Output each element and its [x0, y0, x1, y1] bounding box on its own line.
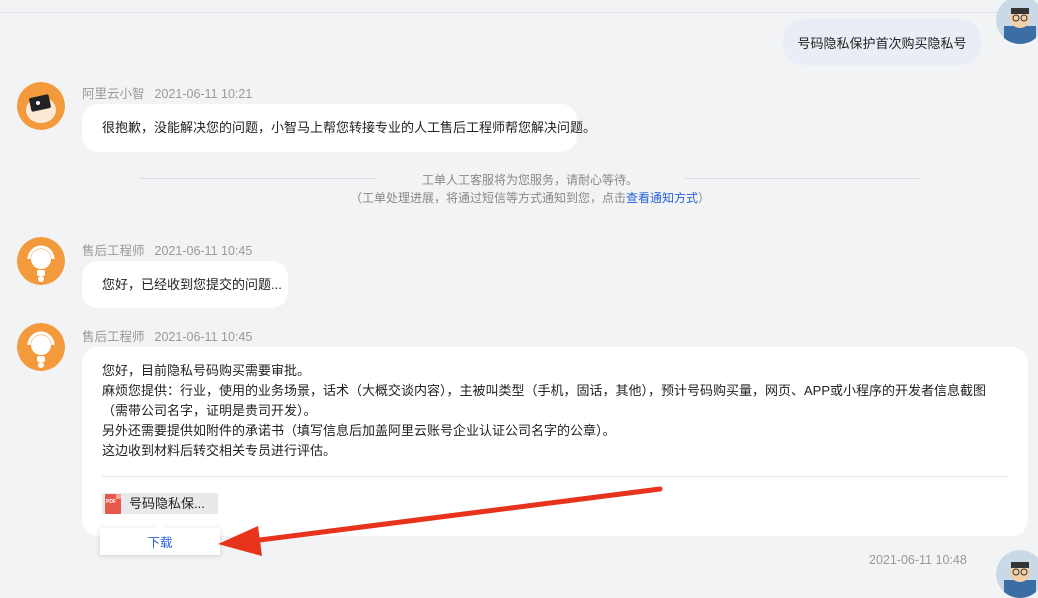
bot-avatar [17, 82, 65, 130]
message-text: 很抱歉，没能解决您的问题，小智马上帮您转接专业的人工售后工程师帮您解决问题。 [102, 120, 597, 135]
download-button[interactable]: 下载 [147, 532, 172, 551]
message-meta: 阿里云小智 2021-06-11 10:21 [82, 83, 252, 102]
notice-suffix: ） [698, 191, 711, 205]
notice-line2: （工单处理进展，将通过短信等方式通知到您，点击查看通知方式） [140, 189, 920, 207]
attachment-file[interactable]: PDF 号码隐私保... [102, 493, 218, 514]
message-text: 您好，已经收到您提交的问题... [102, 277, 282, 292]
message-line: 这边收到材料后转交相关专员进行评估。 [102, 443, 337, 458]
message-time: 2021-06-11 10:45 [154, 244, 253, 258]
notice-line1: 工单人工客服将为您服务，请耐心等待。 [421, 173, 638, 187]
engineer-avatar [17, 323, 65, 371]
message-meta: 售后工程师 2021-06-11 10:45 [82, 240, 252, 259]
download-popup[interactable]: 下载 [100, 522, 220, 555]
message-bubble: 很抱歉，没能解决您的问题，小智马上帮您转接专业的人工售后工程师帮您解决问题。 [82, 104, 596, 152]
message-time: 2021-06-11 10:21 [154, 87, 253, 101]
sender-name: 售后工程师 [82, 244, 145, 258]
message-line: 您好，目前隐私号码购买需要审批。 [102, 363, 311, 378]
top-divider [0, 12, 1038, 13]
sender-name: 售后工程师 [82, 330, 145, 344]
message-time: 2021-06-11 10:45 [154, 330, 253, 344]
attachment-name: 号码隐私保... [129, 495, 205, 511]
message-line: 另外还需要提供如附件的承诺书（填写信息后加盖阿里云账号企业认证公司名字的公章）。 [102, 423, 616, 438]
bottom-timestamp: 2021-06-11 10:48 [869, 553, 967, 567]
engineer-avatar [17, 237, 65, 285]
user-message-bubble: 号码隐私保护首次购买隐私号 [783, 19, 981, 65]
message-bubble: 您好，已经收到您提交的问题... [82, 261, 288, 308]
attachment-divider [102, 476, 1008, 477]
notice-prefix: （工单处理进展，将通过短信等方式通知到您，点击 [349, 191, 626, 205]
pdf-icon-label: PDF [106, 498, 116, 505]
user-avatar-bottom [996, 550, 1038, 598]
user-avatar-top [996, 0, 1038, 44]
message-line: 麻烦您提供：行业，使用的业务场景，话术（大概交谈内容），主被叫类型（手机，固话，… [102, 383, 987, 418]
notice-line-left [140, 178, 375, 179]
message-bubble: 您好，目前隐私号码购买需要审批。 麻烦您提供：行业，使用的业务场景，话术（大概交… [82, 347, 1028, 536]
pdf-icon: PDF [105, 493, 121, 514]
system-notice: 工单人工客服将为您服务，请耐心等待。 （工单处理进展，将通过短信等方式通知到您，… [140, 171, 920, 207]
message-meta: 售后工程师 2021-06-11 10:45 [82, 326, 252, 345]
notice-line-right [685, 178, 920, 179]
user-message-text: 号码隐私保护首次购买隐私号 [797, 35, 967, 51]
sender-name: 阿里云小智 [82, 87, 145, 101]
view-notification-method-link[interactable]: 查看通知方式 [626, 191, 698, 205]
